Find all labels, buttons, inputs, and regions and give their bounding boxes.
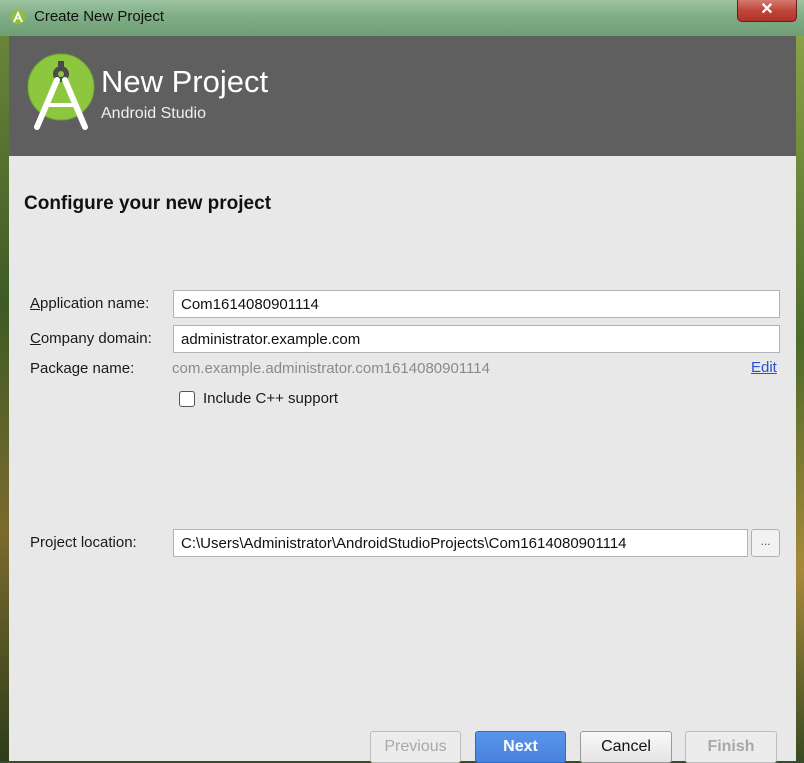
include-cpp-checkbox[interactable]: [179, 391, 195, 407]
edit-package-link[interactable]: Edit: [751, 359, 777, 376]
android-studio-logo-icon: [27, 53, 95, 130]
company-domain-label-text: ompany domain:: [40, 330, 152, 347]
application-name-mnemonic: A: [30, 295, 41, 312]
application-name-label-text: pplication name:: [40, 295, 150, 312]
application-name-label: Application name:: [30, 295, 149, 312]
page-title: Configure your new project: [24, 193, 272, 214]
package-name-value: com.example.administrator.com16140809011…: [172, 360, 490, 377]
company-domain-input[interactable]: [173, 325, 780, 353]
next-button[interactable]: Next: [475, 731, 566, 763]
create-new-project-dialog: Create New Project ✕ New Project Android…: [0, 0, 804, 763]
title-bar[interactable]: Create New Project ✕: [0, 0, 804, 36]
company-domain-label: Company domain:: [30, 330, 152, 347]
window-title: Create New Project: [34, 8, 165, 25]
browse-location-button[interactable]: ...: [751, 529, 780, 557]
header-banner: New Project Android Studio: [9, 36, 796, 156]
project-location-input[interactable]: [173, 529, 748, 557]
finish-button[interactable]: Finish: [685, 731, 777, 763]
company-domain-mnemonic: C: [30, 330, 41, 347]
dialog-content: New Project Android Studio Configure you…: [9, 36, 796, 763]
close-button[interactable]: ✕: [737, 0, 797, 22]
header-subtitle: Android Studio: [101, 105, 206, 122]
previous-button[interactable]: Previous: [370, 731, 461, 763]
android-studio-small-icon: [10, 9, 26, 25]
project-location-label: Project location:: [30, 534, 137, 551]
cancel-button[interactable]: Cancel: [580, 731, 672, 763]
package-name-label: Package name:: [30, 360, 135, 377]
include-cpp-label[interactable]: Include C++ support: [203, 390, 338, 407]
application-name-input[interactable]: [173, 290, 780, 318]
header-title: New Project: [101, 64, 269, 99]
